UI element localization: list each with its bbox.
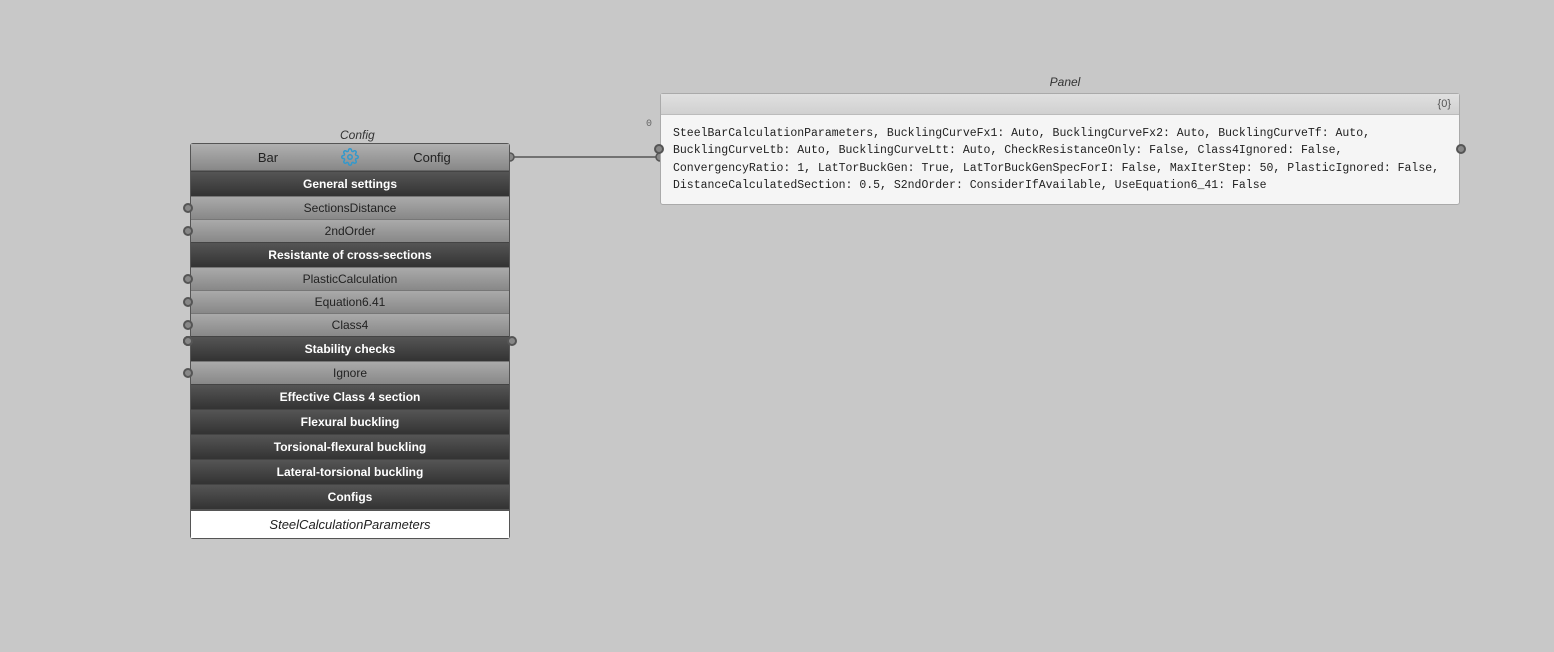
section-stability[interactable]: Stability checks bbox=[191, 336, 509, 361]
left-dot-equation bbox=[183, 297, 193, 307]
right-connector-header bbox=[507, 336, 517, 346]
item-class4[interactable]: Class4 bbox=[191, 313, 509, 336]
left-panel: Bar Config General settings SectionsDist… bbox=[190, 143, 510, 539]
panel-badge: {0} bbox=[1438, 98, 1451, 110]
left-dot-2ndorder bbox=[183, 226, 193, 236]
right-panel-header: {0} bbox=[661, 94, 1459, 115]
row-number: 0 bbox=[646, 117, 652, 132]
footer-input[interactable] bbox=[199, 517, 501, 532]
config-header-label: Config bbox=[363, 150, 501, 165]
panel-content: 0 SteelBarCalculationParameters, Bucklin… bbox=[661, 115, 1459, 204]
gear-icon bbox=[341, 148, 359, 166]
left-dot-class4 bbox=[183, 320, 193, 330]
panel-label: Panel bbox=[660, 75, 1470, 89]
item-sections-distance[interactable]: SectionsDistance bbox=[191, 196, 509, 219]
left-dot-ignore bbox=[183, 368, 193, 378]
section-resistance[interactable]: Resistante of cross-sections bbox=[191, 242, 509, 267]
left-dot-sections-distance bbox=[183, 203, 193, 213]
section-general-settings[interactable]: General settings bbox=[191, 171, 509, 196]
bar-label: Bar bbox=[199, 150, 337, 165]
left-dot-plastic bbox=[183, 274, 193, 284]
section-lateral-torsional[interactable]: Lateral-torsional buckling bbox=[191, 459, 509, 484]
item-2ndorder[interactable]: 2ndOrder bbox=[191, 219, 509, 242]
panel-footer[interactable] bbox=[191, 509, 509, 538]
section-torsional-flexural[interactable]: Torsional-flexural buckling bbox=[191, 434, 509, 459]
config-label: Config bbox=[340, 128, 375, 142]
panel-header[interactable]: Bar Config bbox=[191, 144, 509, 171]
item-equation641[interactable]: Equation6.41 bbox=[191, 290, 509, 313]
section-configs[interactable]: Configs bbox=[191, 484, 509, 509]
section-effective-class4[interactable]: Effective Class 4 section bbox=[191, 384, 509, 409]
item-plastic-calculation[interactable]: PlasticCalculation bbox=[191, 267, 509, 290]
right-panel: {0} 0 SteelBarCalculationParameters, Buc… bbox=[660, 93, 1460, 205]
section-flexural[interactable]: Flexural buckling bbox=[191, 409, 509, 434]
left-dot-lateral bbox=[183, 336, 193, 346]
item-ignore[interactable]: Ignore bbox=[191, 361, 509, 384]
